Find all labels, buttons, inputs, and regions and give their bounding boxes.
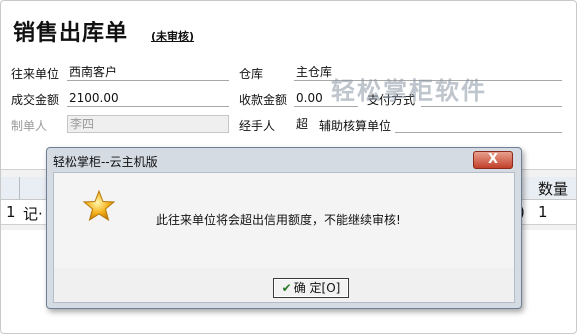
page-title: 销售出库单 [13,21,129,46]
amount-label: 成交金额 [11,93,60,107]
ok-button-label: 确 定[O] [293,281,341,295]
amount-field[interactable]: 2100.00 [67,90,229,107]
handler-field[interactable]: 超 [294,116,316,132]
warehouse-label: 仓库 [239,67,264,81]
maker-field: 李四 [67,115,229,133]
dialog-footer: ✔ 确 定[O] [53,268,515,303]
alert-dialog: 轻松掌柜--云主机版 X 此往来单位将会超出信用额度，不能继续审核! ✔ 确 定[… [46,147,522,309]
dialog-message: 此往来单位将会超出信用额度，不能继续审核! [156,213,401,227]
dialog-body: 此往来单位将会超出信用额度，不能继续审核! [53,172,515,270]
star-icon [82,189,116,222]
grid-header-qty: 数量 [538,180,569,198]
customer-label: 往来单位 [11,67,60,81]
row-cell-qty: 1 [538,203,548,221]
aux-unit-field[interactable] [395,116,562,133]
customer-field[interactable]: 西南客户 [67,64,229,81]
close-button[interactable]: X [473,151,513,169]
watermark: 轻松掌柜软件 [331,76,487,105]
grid-header-divider [19,177,20,199]
handler-label: 经手人 [239,119,276,133]
received-label: 收款金额 [239,93,288,107]
maker-label: 制单人 [11,119,48,133]
ok-button[interactable]: ✔ 确 定[O] [273,278,349,298]
status-badge: (未审核) [151,30,195,43]
aux-unit-label: 辅助核算单位 [319,119,392,133]
check-icon: ✔ [281,281,292,295]
dialog-title: 轻松掌柜--云主机版 [53,155,158,169]
row-number: 1 [6,203,16,221]
row-cell-item: 记· [23,205,43,223]
